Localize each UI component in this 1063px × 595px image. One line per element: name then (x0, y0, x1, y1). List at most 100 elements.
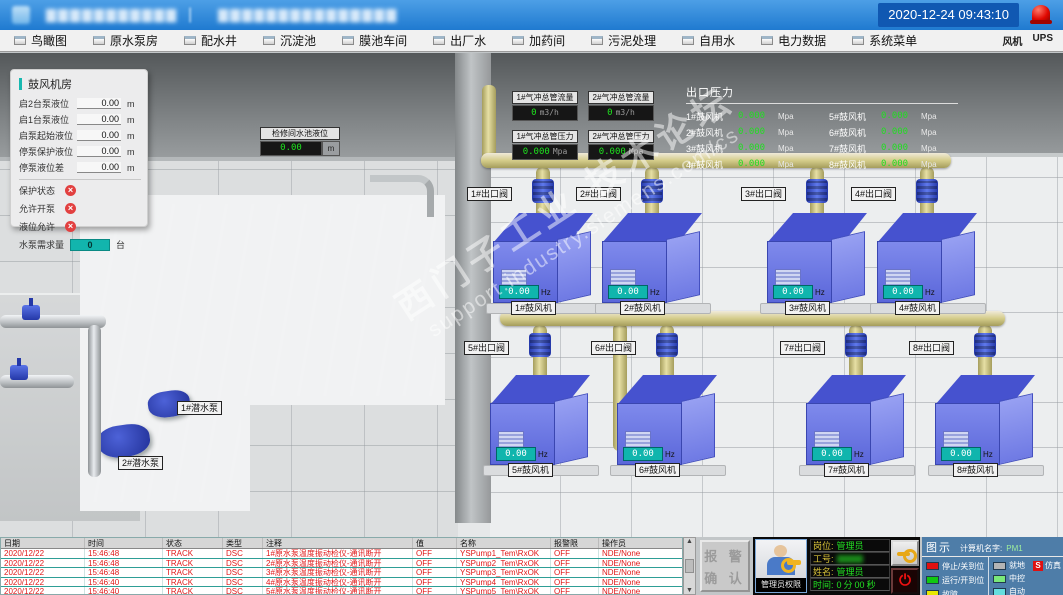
blower-unit[interactable] (483, 373, 599, 477)
outlet-valve[interactable] (974, 333, 996, 357)
user-avatar-box: 管理员权限 (755, 539, 807, 593)
outlet-pressure-item: 4#鼓风机 0.000 Mpa (686, 156, 815, 172)
alarm-cell-5: OFF (413, 577, 457, 587)
blower-unit[interactable] (928, 373, 1044, 477)
legend-item: 自动 (993, 585, 1034, 595)
plant-scene: 1#潜水泵 2#潜水泵 1#出口阀 0.00 Hz 1#鼓风机 2#出口阀 0.00 Hz… (0, 53, 1063, 537)
outlet-valve[interactable] (532, 179, 554, 203)
valve-label: 6#出口阀 (591, 341, 637, 355)
blower-unit[interactable] (760, 211, 876, 315)
window-icon (682, 36, 695, 45)
setpoint-input[interactable]: 0.00 (77, 162, 121, 173)
setpoint-input[interactable]: 0.00 (77, 130, 121, 141)
color-swatch (993, 574, 1006, 583)
blower-unit[interactable] (799, 373, 915, 477)
setpoint-row: 启2台泵液位 0.00 m (19, 97, 141, 110)
outlet-valve[interactable] (845, 333, 867, 357)
window-title-left: ▇▇▇▇▇▇▇▇▇▇▇ (46, 7, 178, 22)
window-icon (342, 36, 355, 45)
alarm-cell-6: YSPump2_Tem\RxOK (457, 558, 551, 568)
nav-right-link[interactable]: UPS (1032, 33, 1053, 48)
computer-name-value: PM1 (1006, 544, 1023, 553)
alarm-ack-button[interactable]: 报 警 确 认 (700, 540, 750, 592)
key-icon (781, 558, 801, 573)
blower-unit[interactable] (595, 211, 711, 315)
butterfly-valve-icon[interactable] (10, 358, 28, 380)
user-field-row: 岗位: 管理员 (810, 539, 890, 552)
logout-power-button[interactable]: ⏻ (891, 568, 919, 594)
setpoint-label: 启2台泵液位 (19, 99, 70, 109)
alarm-scrollbar[interactable]: ▲ ▼ (683, 537, 696, 595)
pressure-value: 0.000 (881, 127, 909, 137)
setpoint-row: 启1台泵液位 0.00 m (19, 113, 141, 126)
blower-unit[interactable] (486, 211, 602, 315)
blower-unit[interactable] (870, 211, 986, 315)
legend-item: 停止/关到位 (926, 559, 988, 573)
window-icon (852, 36, 865, 45)
maintenance-level-widget: 检修间水池液位 0.00 m (260, 127, 340, 156)
alarm-row[interactable]: 2020/12/22 15:46:48 TRACK DSC 2#原水泵温度振动检仪-通讯… (1, 558, 682, 569)
valve-label: 1#出口阀 (467, 187, 513, 201)
flow-meter: 2#气冲总管流量 0 m3/h (588, 91, 654, 121)
setpoint-input[interactable]: 0.00 (77, 114, 121, 125)
color-swatch (993, 561, 1006, 570)
blower-unit[interactable] (610, 373, 726, 477)
setpoint-input[interactable]: 0.00 (77, 98, 121, 109)
scroll-down-icon[interactable]: ▼ (686, 587, 693, 594)
alarm-cell-7: 报警限 (551, 538, 599, 548)
panel-title-row: 鼓风机房 (19, 76, 141, 92)
alarm-cell-2: TRACK (163, 568, 223, 577)
outlet-pressure-panel: 出口压力 1#鼓风机 0.000 Mpa 2#鼓风机 0.000 Mpa 3#鼓… (686, 84, 958, 172)
blower-frequency: 0.00 Hz (941, 447, 993, 461)
setpoint-label: 启1台泵液位 (19, 115, 70, 125)
outlet-valve[interactable] (656, 333, 678, 357)
nav-item-3[interactable]: 沉淀池 (263, 32, 316, 49)
alarm-cell-8: NDE/None (599, 587, 682, 594)
title-separator: | (187, 6, 193, 23)
alarm-cell-7: OFF (551, 568, 599, 577)
nav-item-1[interactable]: 原水泵房 (93, 32, 158, 49)
blower-label: 2#鼓风机 (620, 301, 666, 315)
nav-item-10[interactable]: 系统菜单 (852, 32, 917, 49)
nav-item-7[interactable]: 污泥处理 (591, 32, 656, 49)
alarm-bell-icon[interactable] (1029, 3, 1053, 27)
alarm-row[interactable]: 2020/12/22 15:46:40 TRACK DSC 4#原水泵温度振动检仪-通讯… (1, 577, 682, 588)
nav-item-0[interactable]: 鸟瞰图 (14, 32, 67, 49)
nav-item-label: 配水井 (201, 34, 238, 48)
legend-item: 就地 (993, 559, 1034, 572)
color-swatch (926, 590, 939, 595)
nav-item-2[interactable]: 配水井 (184, 32, 237, 49)
butterfly-valve-icon[interactable] (22, 298, 40, 320)
outlet-valve[interactable] (529, 333, 551, 357)
pressure-value: 0.000 (738, 143, 766, 153)
status-row: 保护状态 × (19, 184, 141, 197)
blower-label: 7#鼓风机 (824, 463, 870, 477)
ack-line2: 确 认 (704, 570, 746, 586)
nav-item-8[interactable]: 自用水 (682, 32, 735, 49)
pump-demand-row: 水泵需求量 0 台 (19, 238, 141, 251)
nav-item-6[interactable]: 加药间 (512, 32, 565, 49)
alarm-cell-0: 2020/12/22 (1, 568, 85, 577)
nav-right-link[interactable]: 风机 (1002, 33, 1022, 48)
outlet-valve[interactable] (806, 179, 828, 203)
maintenance-level-unit: m (322, 141, 340, 156)
scroll-up-icon[interactable]: ▲ (686, 538, 693, 545)
nav-item-5[interactable]: 出厂水 (433, 32, 486, 49)
red-cross-icon: × (65, 203, 77, 214)
outlet-valve[interactable] (916, 179, 938, 203)
nav-item-4[interactable]: 膜池车间 (342, 32, 407, 49)
alarm-row[interactable]: 2020/12/22 15:46:48 TRACK DSC 3#原水泵温度振动检仪-通讯… (1, 568, 682, 578)
alarm-row[interactable]: 2020/12/22 15:46:48 TRACK DSC 1#原水泵温度振动检仪-通讯… (1, 549, 682, 559)
censored-value (836, 554, 863, 563)
setpoint-input[interactable]: 0.00 (77, 146, 121, 157)
scrollbar-thumb[interactable] (685, 559, 694, 573)
alarm-row[interactable]: 2020/12/22 15:46:40 TRACK DSC 5#原水泵温度振动检仪-通讯… (1, 587, 682, 594)
login-key-button[interactable] (891, 540, 919, 566)
setpoint-row: 停泵液位差 0.00 m (19, 161, 141, 174)
alarm-header-row: 日期 时间 状态 类型 注释值名称 报警限 操作员 (1, 538, 682, 549)
window-icon (14, 36, 26, 45)
legend-label: 运行/开到位 (942, 575, 985, 585)
pressure-unit: Mpa (778, 127, 794, 137)
nav-item-9[interactable]: 电力数据 (761, 32, 826, 49)
outlet-valve[interactable] (641, 179, 663, 203)
